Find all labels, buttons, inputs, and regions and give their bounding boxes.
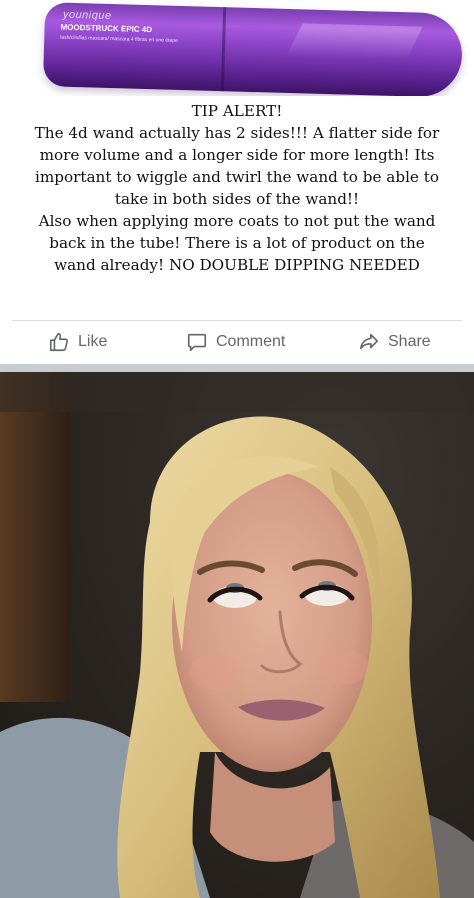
- post-card: younique MOODSTRUCK EPIC 4D lash/cils/ll…: [0, 0, 474, 364]
- post-text-line: The 4d wand actually has 2 sides!!! A fl…: [34, 124, 440, 142]
- mascara-product-image: younique MOODSTRUCK EPIC 4D lash/cils/ll…: [0, 0, 474, 96]
- tube-cap-line: [220, 7, 227, 92]
- tube-fine-print: lash/cils/llas mascara/ mascara 4 fibras…: [60, 34, 178, 44]
- like-button[interactable]: Like: [48, 322, 107, 362]
- post-separator: [0, 364, 474, 372]
- comment-icon: [186, 331, 208, 353]
- share-button[interactable]: Share: [358, 322, 431, 362]
- tube-product-name: MOODSTRUCK EPIC 4D: [60, 22, 153, 35]
- post-text-line: Also when applying more coats to not put…: [38, 212, 436, 230]
- post-text-line: wand already! NO DOUBLE DIPPING NEEDED: [54, 256, 420, 274]
- tube-shine: [285, 23, 423, 61]
- thumbs-up-icon: [48, 331, 70, 353]
- tube-brand-text: younique: [62, 8, 112, 23]
- post-text-line: take in both sides of the wand!!: [114, 190, 360, 208]
- post-text: TIP ALERT! The 4d wand actually has 2 si…: [0, 100, 474, 276]
- share-label: Share: [388, 333, 431, 350]
- post-text-line: back in the tube! There is a lot of prod…: [49, 234, 425, 252]
- comment-label: Comment: [216, 333, 286, 350]
- post-text-line: TIP ALERT!: [191, 102, 283, 120]
- post-text-line: important to wiggle and twirl the wand t…: [35, 168, 439, 186]
- comment-button[interactable]: Comment: [186, 322, 285, 362]
- background-door: [0, 372, 70, 702]
- share-arrow-icon: [358, 331, 380, 353]
- like-label: Like: [78, 333, 108, 350]
- post-text-line: more volume and a longer side for more l…: [39, 146, 435, 164]
- mascara-tube: younique MOODSTRUCK EPIC 4D lash/cils/ll…: [42, 2, 464, 96]
- post-actions-bar: Like Comment Share: [0, 322, 474, 362]
- actions-divider: [12, 320, 462, 321]
- woman-eye-roll-photo: [0, 372, 474, 898]
